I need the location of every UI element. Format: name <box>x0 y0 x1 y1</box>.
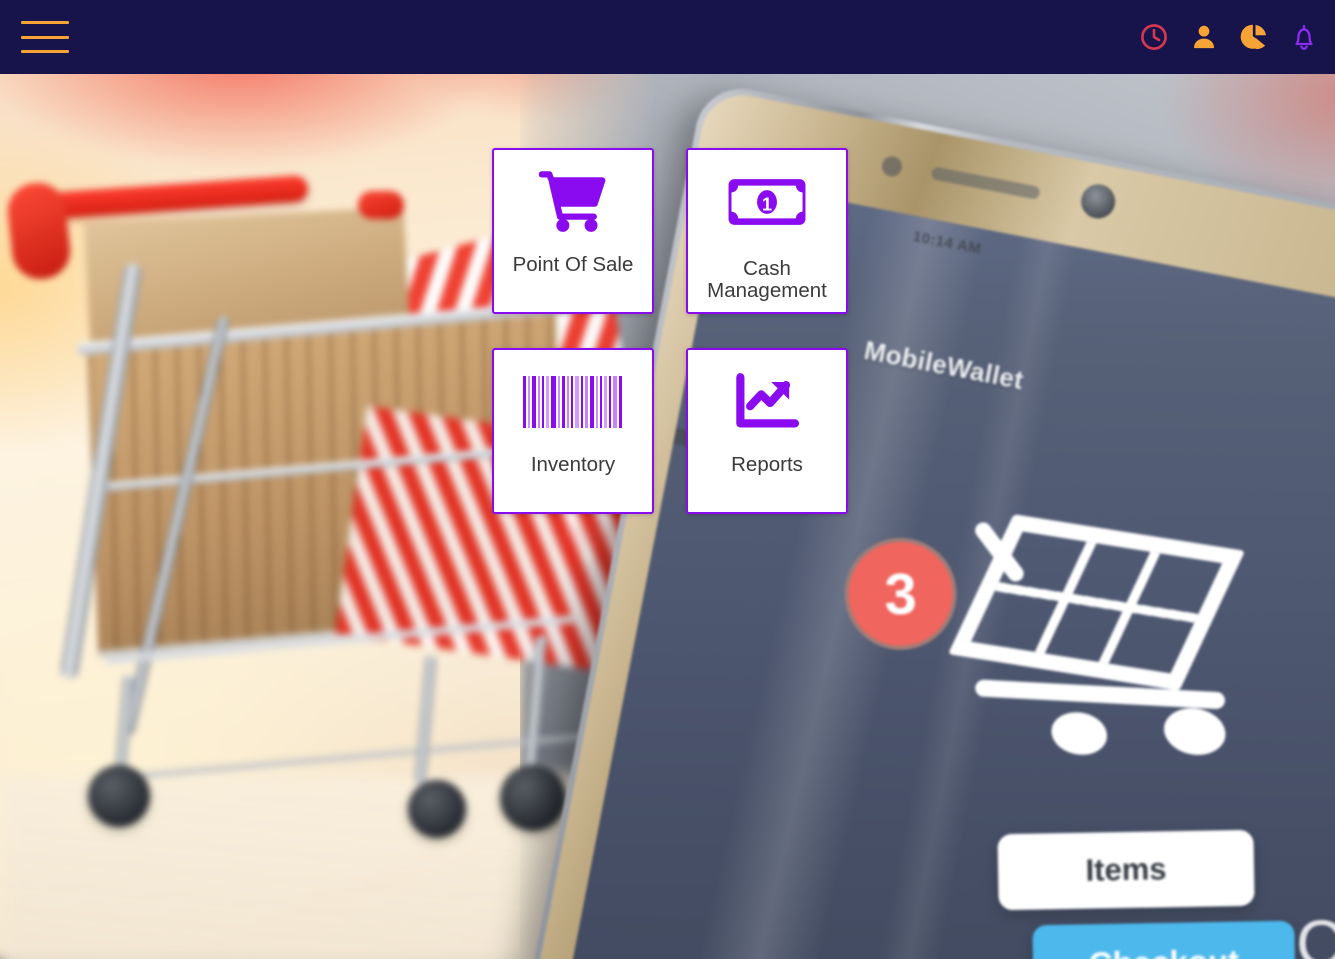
tile-inventory[interactable]: Inventory <box>492 348 654 514</box>
line-chart-icon <box>688 350 846 454</box>
phone-checkout-button: Checkout <box>1032 920 1296 959</box>
top-bar-icon-group <box>1137 0 1321 74</box>
app-root: 10:14 AM 3G MobileWallet 3 Items Checkou… <box>0 0 1335 959</box>
corner-letter-glyph: C <box>1296 906 1335 959</box>
top-navigation-bar <box>0 0 1335 74</box>
phone-items-button: Items <box>997 829 1255 911</box>
clock-icon[interactable] <box>1137 18 1171 56</box>
cart-glyph-wheel <box>1159 703 1230 761</box>
hamburger-bar <box>21 35 69 39</box>
tile-label-point-of-sale: Point Of Sale <box>512 253 634 276</box>
cart-glyph-wheel <box>1047 707 1111 760</box>
cart-count-badge: 3 <box>843 536 958 651</box>
user-icon[interactable] <box>1187 18 1221 56</box>
cart-handle-knob-right <box>358 191 404 219</box>
shopping-cart-icon <box>494 150 652 254</box>
cart-wheel <box>408 780 466 838</box>
barcode-bars <box>522 376 624 428</box>
dashboard-tile-grid: Point Of Sale 1 Cash Management Inventor… <box>492 148 848 514</box>
tile-cash-management[interactable]: 1 Cash Management <box>686 148 848 314</box>
tile-point-of-sale[interactable]: Point Of Sale <box>492 148 654 314</box>
tile-label-cash-management: Cash Management <box>707 257 827 302</box>
banknote-icon: 1 <box>688 150 846 254</box>
barcode-icon <box>494 350 652 454</box>
bell-icon[interactable] <box>1287 18 1321 56</box>
tile-label-reports: Reports <box>731 453 803 476</box>
cart-wheel <box>500 765 566 831</box>
hamburger-bar <box>21 50 69 53</box>
tile-label-inventory: Inventory <box>530 453 616 476</box>
pie-chart-icon[interactable] <box>1237 18 1271 56</box>
tile-reports[interactable]: Reports <box>686 348 848 514</box>
svg-text:1: 1 <box>762 193 772 214</box>
hamburger-bar <box>21 21 69 24</box>
cart-wheel <box>88 765 150 827</box>
cart-glyph-bottom <box>974 679 1226 710</box>
hamburger-menu-icon[interactable] <box>21 17 69 57</box>
